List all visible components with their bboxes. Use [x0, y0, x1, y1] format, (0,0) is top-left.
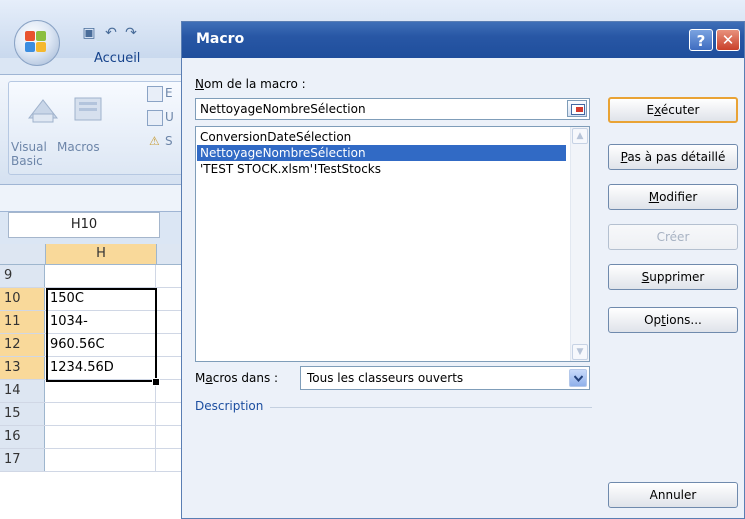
macros-in-value: Tous les classeurs ouverts	[307, 371, 464, 385]
row-number[interactable]: 12	[0, 334, 45, 356]
office-logo-icon	[25, 31, 47, 53]
table-row: 17	[0, 449, 190, 472]
collapse-dialog-button[interactable]	[567, 100, 587, 117]
dialog-title: Macro	[196, 31, 245, 47]
cancel-button[interactable]: Annuler	[608, 482, 738, 508]
macros-icon[interactable]	[69, 88, 109, 128]
description-divider	[270, 407, 592, 408]
fill-handle[interactable]	[152, 378, 160, 386]
macros-label: Macros	[57, 140, 100, 154]
table-row: 14	[0, 380, 190, 403]
undo-icon[interactable]: ↶	[102, 24, 120, 42]
macro-list[interactable]: ConversionDateSélection NettoyageNombreS…	[195, 126, 590, 362]
table-row: 15	[0, 403, 190, 426]
office-button[interactable]	[14, 20, 60, 66]
description-label: Description	[195, 399, 264, 413]
row-number[interactable]: 14	[0, 380, 45, 402]
run-button[interactable]: Exécuter	[608, 97, 738, 123]
options-button[interactable]: Options...	[608, 307, 738, 333]
macros-in-select[interactable]: Tous les classeurs ouverts	[300, 366, 590, 390]
redo-icon[interactable]: ↷	[122, 24, 140, 42]
record-macro-label: E	[165, 86, 173, 100]
help-icon: ?	[696, 32, 706, 50]
save-icon[interactable]: ▣	[80, 24, 98, 42]
column-header-h[interactable]: H	[46, 244, 157, 264]
macro-dialog: Macro ? ✕ Nom de la macro : NettoyageNom…	[181, 21, 745, 519]
list-item[interactable]: 'TEST STOCK.xlsm'!TestStocks	[197, 161, 566, 177]
relative-ref-icon[interactable]	[147, 110, 163, 126]
macro-security-icon[interactable]: ⚠	[149, 134, 160, 148]
cell[interactable]	[46, 403, 156, 425]
close-icon: ✕	[721, 31, 735, 49]
ribbon-group-code: Visual Basic Macros E U ⚠ S	[8, 81, 196, 175]
name-box[interactable]: H10	[8, 212, 160, 238]
step-into-button[interactable]: Pas à pas détaillé	[608, 144, 738, 170]
column-header-row: H	[0, 244, 190, 265]
spreadsheet-grid[interactable]: H 9 10 150C 11 1034- 12 960.56C 13 1234.…	[0, 244, 190, 519]
scroll-up-icon[interactable]: ▲	[572, 128, 588, 144]
row-number[interactable]: 13	[0, 357, 45, 379]
quick-access-toolbar: ▣ ↶ ↷	[64, 22, 184, 44]
cell[interactable]	[46, 380, 156, 402]
relative-ref-label: U	[165, 110, 174, 124]
row-number[interactable]: 16	[0, 426, 45, 448]
cell[interactable]	[46, 449, 156, 471]
list-item[interactable]: ConversionDateSélection	[197, 129, 566, 145]
row-number[interactable]: 15	[0, 403, 45, 425]
visual-basic-icon[interactable]	[23, 88, 63, 128]
row-number[interactable]: 9	[0, 265, 45, 287]
close-button[interactable]: ✕	[716, 29, 740, 51]
list-item[interactable]: NettoyageNombreSélection	[197, 145, 566, 161]
list-scrollbar[interactable]: ▲ ▼	[570, 127, 589, 361]
visual-basic-label-2: Basic	[11, 154, 43, 168]
row-number[interactable]: 10	[0, 288, 45, 310]
chevron-down-icon[interactable]	[569, 369, 587, 387]
record-macro-icon[interactable]	[147, 86, 163, 102]
macros-in-label: Macros dans :	[195, 371, 279, 385]
macro-name-input[interactable]: NettoyageNombreSélection	[195, 98, 590, 120]
delete-button[interactable]: Supprimer	[608, 264, 738, 290]
dialog-title-bar[interactable]: Macro ? ✕	[182, 22, 744, 58]
row-number[interactable]: 11	[0, 311, 45, 333]
cell[interactable]	[46, 426, 156, 448]
cell-selection-outline	[46, 288, 157, 382]
table-row: 16	[0, 426, 190, 449]
macro-security-label: S	[165, 134, 173, 148]
visual-basic-label: Visual	[11, 140, 47, 154]
select-all-corner[interactable]	[0, 244, 46, 264]
help-button[interactable]: ?	[689, 29, 713, 51]
scroll-down-icon[interactable]: ▼	[572, 344, 588, 360]
edit-button[interactable]: Modifier	[608, 184, 738, 210]
table-row: 9	[0, 265, 190, 288]
cell[interactable]	[46, 265, 156, 287]
row-number[interactable]: 17	[0, 449, 45, 471]
create-button[interactable]: Créer	[608, 224, 738, 250]
macro-name-label: Nom de la macro :	[195, 77, 306, 91]
